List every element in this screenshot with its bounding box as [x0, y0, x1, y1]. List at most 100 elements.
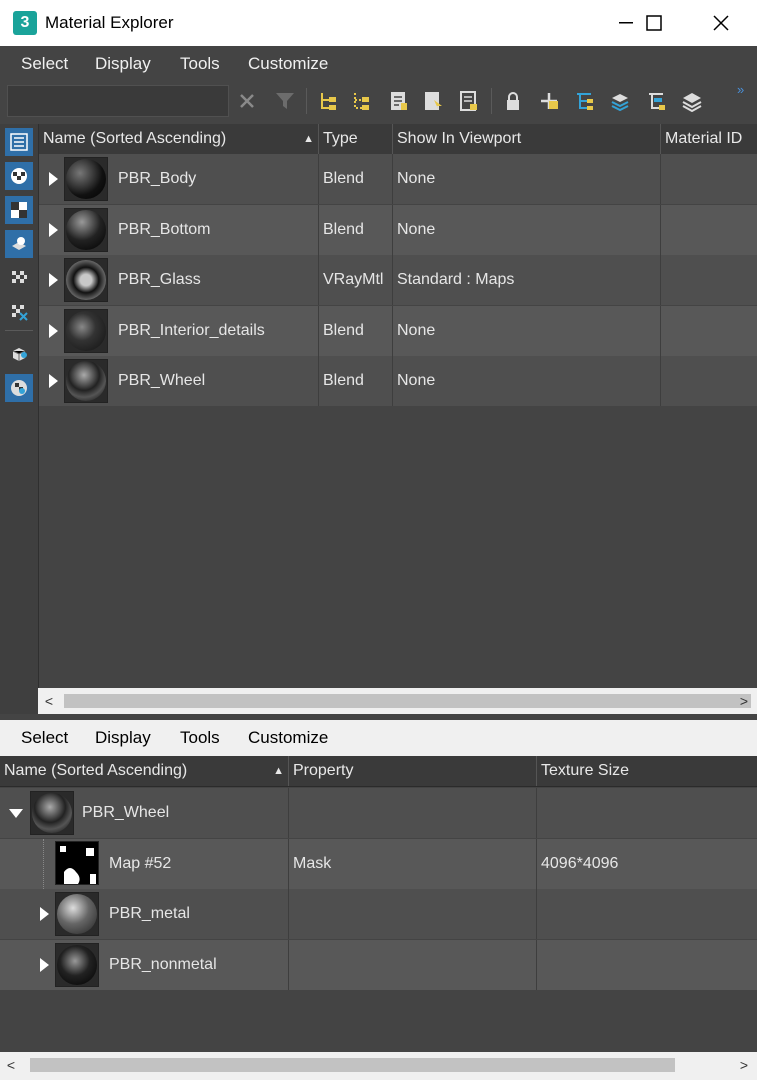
- cell-name: PBR_nonmetal: [109, 940, 289, 990]
- menu-display[interactable]: Display: [95, 720, 151, 756]
- expand-arrow-icon[interactable]: [40, 907, 49, 921]
- toolbar-overflow-icon[interactable]: »: [737, 82, 744, 97]
- lower-horizontal-scrollbar[interactable]: < >: [0, 1052, 757, 1080]
- scroll-right-icon[interactable]: >: [733, 1052, 755, 1078]
- table-row[interactable]: PBR_nonmetal: [0, 940, 757, 990]
- strip-separator: [5, 330, 33, 331]
- table-row[interactable]: PBR_Body Blend None: [39, 154, 757, 204]
- checker-map-icon[interactable]: [5, 196, 33, 224]
- add-item-icon[interactable]: [536, 88, 562, 114]
- objects-icon[interactable]: [5, 230, 33, 258]
- scrollbar-thumb[interactable]: [30, 1058, 675, 1072]
- cell-name: Map #52: [109, 839, 289, 889]
- close-button[interactable]: [692, 0, 750, 46]
- menu-customize[interactable]: Customize: [248, 46, 328, 82]
- table-row[interactable]: PBR_metal: [0, 889, 757, 939]
- cell-material-id: [661, 356, 757, 406]
- edit-document-icon[interactable]: [456, 88, 482, 114]
- cell-type: Blend: [319, 205, 393, 255]
- toolbar-separator: [306, 88, 307, 114]
- cell-viewport: Standard : Maps: [393, 255, 661, 305]
- menu-tools[interactable]: Tools: [180, 720, 220, 756]
- expand-arrow-icon[interactable]: [49, 273, 58, 287]
- material-table: Name (Sorted Ascending) ▲ Type Show In V…: [39, 124, 757, 688]
- cell-material-id: [661, 154, 757, 204]
- box-object-icon[interactable]: [5, 340, 33, 368]
- material-sphere-icon[interactable]: [5, 162, 33, 190]
- expand-arrow-icon[interactable]: [49, 223, 58, 237]
- table-row[interactable]: PBR_Interior_details Blend None: [39, 306, 757, 356]
- table-header: Name (Sorted Ascending) ▲ Property Textu…: [0, 756, 757, 787]
- checker-sphere-icon[interactable]: [5, 264, 33, 292]
- column-header-viewport[interactable]: Show In Viewport: [393, 124, 661, 154]
- expand-arrow-icon[interactable]: [49, 172, 58, 186]
- cell-type: Blend: [319, 154, 393, 204]
- expand-arrow-icon[interactable]: [49, 374, 58, 388]
- clear-search-icon[interactable]: [234, 88, 260, 114]
- layers-down-icon[interactable]: [607, 88, 633, 114]
- lower-menu-bar: Select Display Tools Customize: [0, 720, 757, 756]
- cell-type: Blend: [319, 356, 393, 406]
- menu-select[interactable]: Select: [21, 46, 68, 82]
- material-ball-icon[interactable]: [5, 374, 33, 402]
- table-row[interactable]: PBR_Wheel: [0, 788, 757, 838]
- column-header-type[interactable]: Type: [319, 124, 393, 154]
- menu-display[interactable]: Display: [95, 46, 151, 82]
- material-detail-table: Name (Sorted Ascending) ▲ Property Textu…: [0, 756, 757, 1052]
- scene-list-icon[interactable]: [5, 128, 33, 156]
- tree-collapse-icon[interactable]: [643, 88, 669, 114]
- hierarchy-icon[interactable]: [315, 88, 341, 114]
- column-header-property[interactable]: Property: [289, 756, 537, 786]
- column-header-name[interactable]: Name (Sorted Ascending) ▲: [0, 756, 289, 786]
- tree-line: [43, 839, 45, 889]
- app-icon: 3: [13, 11, 37, 35]
- cell-property: [289, 889, 537, 939]
- cell-viewport: None: [393, 205, 661, 255]
- scroll-left-icon[interactable]: <: [0, 1052, 22, 1078]
- material-thumbnail: [30, 791, 74, 835]
- cell-viewport: None: [393, 356, 661, 406]
- unassigned-maps-icon[interactable]: [5, 298, 33, 326]
- menu-customize[interactable]: Customize: [248, 720, 328, 756]
- material-thumbnail: [55, 943, 99, 987]
- list-document-icon[interactable]: [386, 88, 412, 114]
- lock-icon[interactable]: [500, 88, 526, 114]
- cell-material-id: [661, 306, 757, 356]
- window-title: Material Explorer: [45, 13, 174, 32]
- hierarchy-dotted-icon[interactable]: [348, 88, 374, 114]
- column-header-texture-size[interactable]: Texture Size: [537, 756, 757, 786]
- scrollbar-thumb[interactable]: [64, 694, 751, 708]
- expand-arrow-icon[interactable]: [40, 958, 49, 972]
- left-tool-strip: [0, 124, 39, 716]
- column-header-name[interactable]: Name (Sorted Ascending) ▲: [39, 124, 319, 154]
- filter-icon[interactable]: [272, 88, 298, 114]
- map-thumbnail: [55, 841, 99, 885]
- cell-name: PBR_Glass: [118, 255, 319, 305]
- menu-select[interactable]: Select: [21, 720, 68, 756]
- cell-name: PBR_Body: [118, 154, 319, 204]
- material-thumbnail: [64, 309, 108, 353]
- menu-tools[interactable]: Tools: [180, 46, 220, 82]
- collapse-arrow-icon[interactable]: [9, 809, 23, 818]
- material-thumbnail: [64, 359, 108, 403]
- table-row[interactable]: Map #52 Mask 4096*4096: [0, 839, 757, 889]
- table-row[interactable]: PBR_Glass VRayMtl Standard : Maps: [39, 255, 757, 305]
- select-document-icon[interactable]: [420, 88, 446, 114]
- cell-type: VRayMtl: [319, 255, 393, 305]
- cell-name: PBR_Interior_details: [118, 306, 319, 356]
- tree-icon[interactable]: [571, 88, 597, 114]
- column-header-material-id[interactable]: Material ID: [661, 124, 757, 154]
- sort-ascending-icon: ▲: [273, 765, 284, 777]
- table-header: Name (Sorted Ascending) ▲ Type Show In V…: [39, 124, 757, 155]
- cell-type: Blend: [319, 306, 393, 356]
- search-input[interactable]: [7, 85, 229, 117]
- expand-arrow-icon[interactable]: [49, 324, 58, 338]
- layers-icon[interactable]: [679, 88, 705, 114]
- table-row[interactable]: PBR_Wheel Blend None: [39, 356, 757, 406]
- scroll-right-icon[interactable]: >: [733, 688, 755, 714]
- maximize-icon: [646, 15, 662, 31]
- table-row[interactable]: PBR_Bottom Blend None: [39, 205, 757, 255]
- maximize-button[interactable]: [625, 0, 683, 46]
- upper-horizontal-scrollbar[interactable]: < >: [38, 688, 757, 714]
- scroll-left-icon[interactable]: <: [38, 688, 60, 714]
